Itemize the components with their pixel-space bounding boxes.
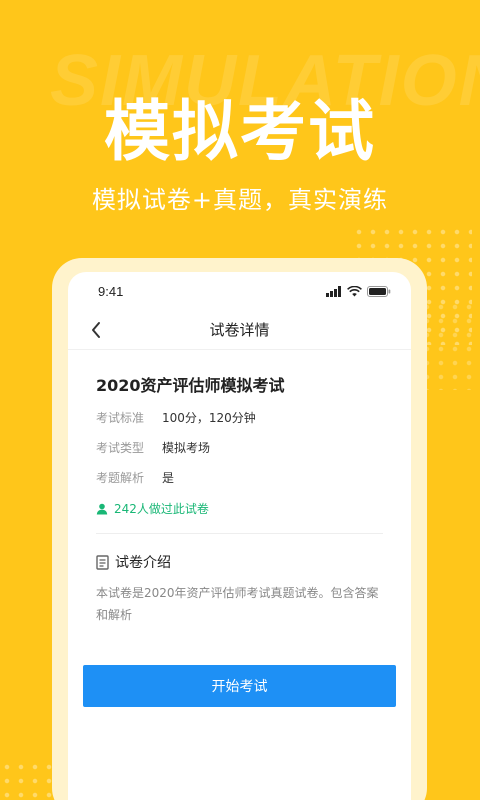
intro-heading-text: 试卷介绍 (115, 555, 171, 571)
wifi-icon (347, 285, 362, 296)
decorative-dots (420, 300, 480, 390)
info-value: 是 (162, 471, 175, 485)
info-row: 考试标准 100分，120分钟 (96, 410, 383, 426)
exam-title: 2020资产评估师模拟考试 (96, 376, 285, 395)
info-value: 模拟考场 (162, 441, 211, 455)
start-exam-button[interactable]: 开始考试 (83, 665, 396, 707)
exam-details: 2020资产评估师模拟考试 考试标准 100分，120分钟 考试类型 模拟考场 … (68, 372, 411, 626)
participants-count: 242人做过此试卷 (96, 500, 383, 517)
status-time: 9:41 (98, 283, 124, 299)
participants-text: 242人做过此试卷 (114, 502, 209, 516)
signal-icon (326, 285, 341, 297)
info-label: 考题解析 (96, 471, 145, 485)
chevron-left-icon (92, 322, 100, 338)
decorative-dots (0, 760, 60, 800)
status-icons (326, 285, 391, 297)
intro-description: 本试卷是2020年资产评估师考试真题试卷。包含答案和解析 (96, 586, 379, 622)
document-icon (96, 554, 109, 570)
battery-icon (367, 285, 391, 297)
nav-bar: 试卷详情 (68, 310, 411, 350)
page-title: 试卷详情 (209, 321, 270, 339)
info-label: 考试类型 (96, 441, 145, 455)
phone-screen: 9:41 试卷详情 2020资产评估师模拟考试 考试标准 100分，120分钟 … (68, 272, 411, 800)
info-label: 考试标准 (96, 411, 145, 425)
promo-title: 模拟考试 (104, 93, 376, 170)
divider (96, 533, 383, 534)
promo-subtitle: 模拟试卷+真题，真实演练 (91, 186, 389, 214)
info-row: 考试类型 模拟考场 (96, 440, 383, 456)
info-value: 100分，120分钟 (162, 411, 256, 425)
status-bar: 9:41 (68, 272, 411, 310)
person-icon (96, 503, 108, 514)
info-row: 考题解析 是 (96, 470, 383, 486)
intro-heading: 试卷介绍 (96, 552, 383, 572)
back-button[interactable] (86, 320, 106, 340)
